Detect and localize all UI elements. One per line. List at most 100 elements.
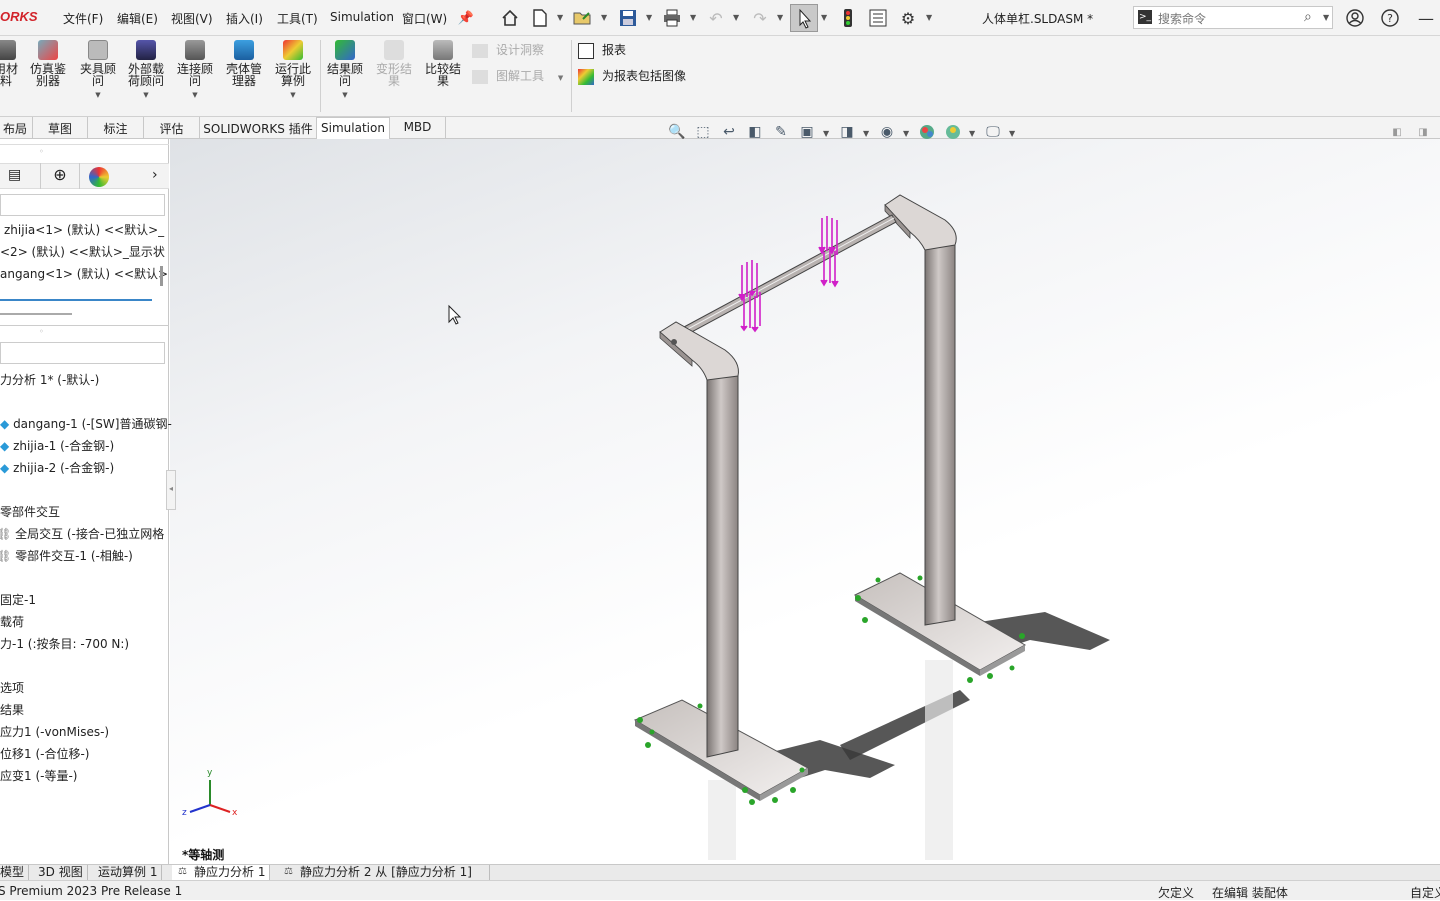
file-properties-icon[interactable] bbox=[868, 8, 888, 28]
sim-tree-filter-input[interactable] bbox=[0, 342, 165, 364]
part-node[interactable]: ◆ dangang-1 (-[SW]普通碳钢- bbox=[0, 415, 172, 432]
splitter-handle[interactable]: ◦ bbox=[39, 327, 44, 336]
horizontal-scrollbar[interactable] bbox=[0, 313, 72, 315]
upright-right[interactable] bbox=[924, 234, 956, 626]
tab-motion-study[interactable]: 运动算例 1 bbox=[94, 865, 163, 881]
search-icon[interactable]: ⌕ bbox=[1304, 9, 1312, 25]
chevron-down-icon[interactable]: ▼ bbox=[601, 13, 607, 22]
new-file-icon[interactable] bbox=[530, 8, 550, 28]
tab-markup[interactable]: 标注 bbox=[88, 117, 144, 139]
design-insight-button[interactable]: 设计洞察 bbox=[472, 41, 544, 58]
upright-left[interactable] bbox=[706, 371, 739, 758]
chevron-down-icon[interactable]: ▼ bbox=[646, 13, 652, 22]
report-button[interactable]: 报表 bbox=[578, 41, 626, 59]
tab-static-study-2[interactable]: ⚖ 静应力分析 2 从 [静应力分析 1] bbox=[278, 865, 490, 881]
ribbon-separator bbox=[320, 40, 321, 112]
traffic-light-icon[interactable] bbox=[838, 8, 858, 28]
minimize-icon[interactable]: — bbox=[1416, 8, 1436, 28]
apply-material-button[interactable]: 用材 料 bbox=[0, 40, 22, 87]
help-icon[interactable]: ? bbox=[1380, 8, 1400, 28]
chevron-down-icon[interactable]: ▼ bbox=[1323, 13, 1329, 22]
redo-icon[interactable]: ↷ bbox=[750, 8, 770, 28]
interactions-node[interactable]: 零部件交互 bbox=[0, 503, 60, 520]
print-icon[interactable] bbox=[662, 8, 682, 28]
chevron-right-icon[interactable]: › bbox=[152, 167, 158, 183]
chevron-down-icon[interactable]: ▼ bbox=[926, 13, 932, 22]
tab-3d-view[interactable]: 3D 视图 bbox=[34, 865, 88, 881]
loads-node[interactable]: 载荷 bbox=[0, 613, 24, 630]
include-image-button[interactable]: 为报表包括图像 bbox=[578, 67, 686, 85]
run-study-button[interactable]: 运行此 算例 ▼ bbox=[271, 40, 315, 101]
shell-manager-button[interactable]: 壳体管 理器 bbox=[222, 40, 266, 87]
result-displacement-node[interactable]: 位移1 (-合位移-) bbox=[0, 745, 89, 762]
tab-sketch[interactable]: 草图 bbox=[33, 117, 88, 139]
fixtures-advisor-button[interactable]: 夹具顾 问 ▼ bbox=[76, 40, 120, 101]
menu-simulation[interactable]: Simulation bbox=[330, 10, 394, 24]
menu-bar: ORKS 文件(F) 编辑(E) 视图(V) 插入(I) 工具(T) Simul… bbox=[0, 0, 1440, 36]
deformed-result-button[interactable]: 变形结 果 bbox=[372, 40, 416, 87]
save-icon[interactable] bbox=[618, 8, 638, 28]
result-strain-node[interactable]: 应变1 (-等量-) bbox=[0, 767, 77, 784]
options-node[interactable]: 选项 bbox=[0, 679, 24, 696]
property-manager-tab-icon[interactable]: ▤ bbox=[8, 167, 30, 187]
interaction-node[interactable]: ⛓ 零部件交互-1 (-相触-) bbox=[0, 547, 133, 564]
chevron-down-icon[interactable]: ▼ bbox=[863, 129, 869, 138]
home-icon[interactable] bbox=[500, 8, 520, 28]
result-stress-node[interactable]: 应力1 (-vonMises-) bbox=[0, 723, 109, 740]
menu-tools[interactable]: 工具(T) bbox=[277, 10, 318, 27]
open-file-icon[interactable] bbox=[573, 8, 593, 28]
compare-results-button[interactable]: 比较结 果 bbox=[421, 40, 465, 87]
part-node[interactable]: ◆ zhijia-1 (-合金钢-) bbox=[0, 437, 114, 454]
interaction-node[interactable]: ⛓ 全局交互 (-接合-已独立网格 bbox=[0, 525, 164, 542]
upright-left-top[interactable] bbox=[659, 321, 739, 381]
tab-static-study-1[interactable]: ⚖ 静应力分析 1 bbox=[172, 865, 271, 881]
gear-icon[interactable]: ⚙ bbox=[898, 8, 918, 28]
menu-edit[interactable]: 编辑(E) bbox=[117, 10, 158, 27]
menu-window[interactable]: 窗口(W) bbox=[402, 10, 447, 27]
scrollbar-thumb[interactable] bbox=[160, 266, 163, 286]
undo-icon[interactable]: ↶ bbox=[706, 8, 726, 28]
chevron-down-icon[interactable]: ▼ bbox=[821, 13, 827, 22]
tab-evaluate[interactable]: 评估 bbox=[144, 117, 200, 139]
units-customize[interactable]: 自定义 bbox=[1410, 884, 1440, 901]
user-account-icon[interactable] bbox=[1345, 8, 1365, 28]
study-node[interactable]: 力分析 1* (-默认-) bbox=[0, 371, 99, 388]
external-loads-advisor-button[interactable]: 外部载 荷顾问 ▼ bbox=[124, 40, 168, 101]
chevron-down-icon[interactable]: ▼ bbox=[733, 13, 739, 22]
select-button[interactable] bbox=[790, 4, 818, 32]
simulation-evaluator-button[interactable]: 仿真鉴 别器 bbox=[26, 40, 70, 87]
tab-simulation[interactable]: Simulation bbox=[317, 117, 390, 139]
chevron-down-icon[interactable]: ▼ bbox=[969, 129, 975, 138]
collapse-panel-handle[interactable]: ◂ bbox=[166, 470, 176, 510]
pin-icon[interactable]: 📌 bbox=[456, 8, 476, 28]
chevron-down-icon[interactable]: ▼ bbox=[823, 129, 829, 138]
menu-insert[interactable]: 插入(I) bbox=[226, 10, 263, 27]
chevron-down-icon[interactable]: ▼ bbox=[903, 129, 909, 138]
force-node[interactable]: 力-1 (:按条目: -700 N:) bbox=[0, 635, 129, 652]
chevron-down-icon[interactable]: ▼ bbox=[1009, 129, 1015, 138]
tab-solidworks-addins[interactable]: SOLIDWORKS 插件 bbox=[200, 117, 317, 139]
tab-model[interactable]: 模型 bbox=[0, 865, 30, 881]
fixture-node[interactable]: 固定-1 bbox=[0, 591, 36, 608]
search-input[interactable]: >_ 搜索命令 ⌕ bbox=[1133, 6, 1333, 29]
part-node[interactable]: ◆ zhijia-2 (-合金钢-) bbox=[0, 459, 114, 476]
menu-view[interactable]: 视图(V) bbox=[171, 10, 213, 27]
display-manager-tab-icon[interactable] bbox=[89, 167, 109, 187]
tree-filter-input[interactable] bbox=[0, 194, 165, 216]
splitter-handle[interactable]: ◦ bbox=[39, 147, 44, 156]
tree-item[interactable]: <2> (默认) <<默认>_显示状 bbox=[0, 243, 165, 260]
chevron-down-icon[interactable]: ▼ bbox=[777, 13, 783, 22]
tab-mbd[interactable]: MBD bbox=[390, 117, 446, 139]
chevron-down-icon[interactable]: ▼ bbox=[690, 13, 696, 22]
tree-item[interactable]: angang<1> (默认) <<默认> bbox=[0, 265, 168, 282]
connections-advisor-button[interactable]: 连接顾 问 ▼ bbox=[173, 40, 217, 101]
results-advisor-button[interactable]: 结果顾 问 ▼ bbox=[323, 40, 367, 101]
menu-file[interactable]: 文件(F) bbox=[63, 10, 103, 27]
tree-item[interactable]: zhijia<1> (默认) <<默认>_ bbox=[4, 221, 164, 238]
results-node[interactable]: 结果 bbox=[0, 701, 24, 718]
configuration-manager-tab-icon[interactable]: ⊕ bbox=[40, 163, 80, 189]
tab-layout[interactable]: 布局 bbox=[0, 117, 33, 139]
chevron-down-icon[interactable]: ▼ bbox=[557, 13, 563, 22]
model-view[interactable] bbox=[170, 139, 1440, 864]
plot-tools-button[interactable]: 图解工具 ▼ bbox=[472, 67, 563, 84]
